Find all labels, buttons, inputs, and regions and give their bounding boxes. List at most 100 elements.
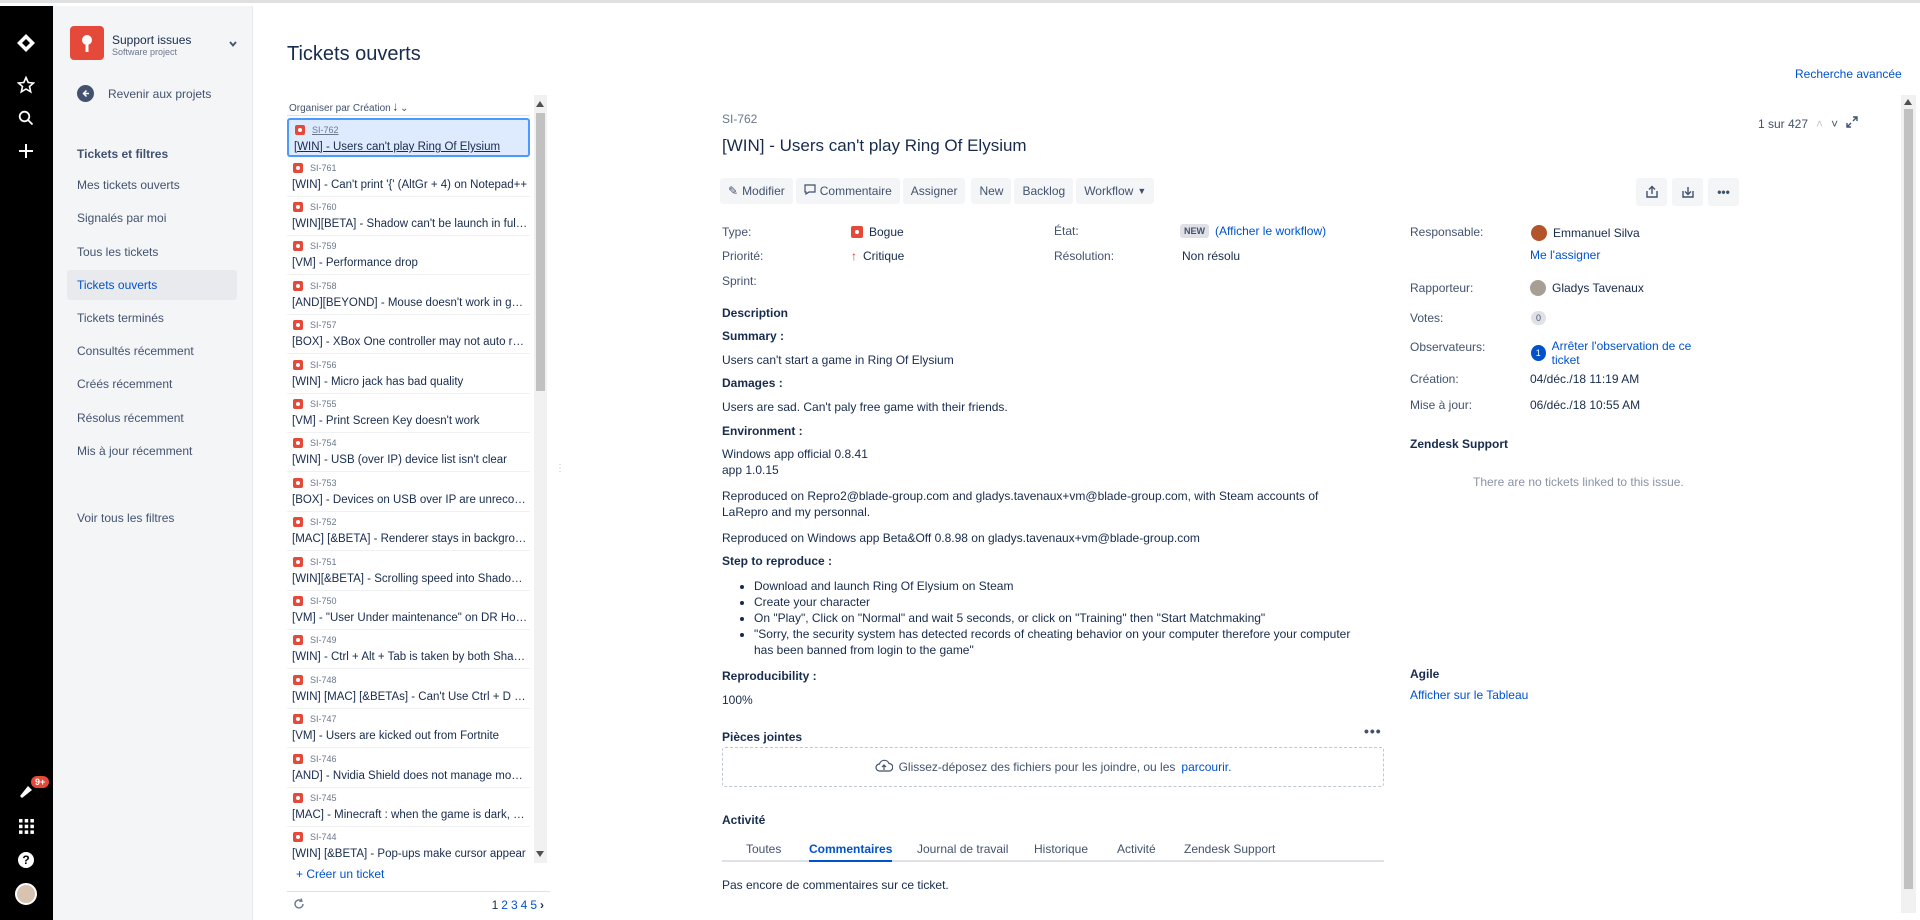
sidebar-item-my-open[interactable]: Mes tickets ouverts (67, 170, 237, 200)
view-on-board-link[interactable]: Afficher sur le Tableau (1410, 688, 1528, 702)
project-name: Support issues (112, 33, 192, 47)
scroll-thumb[interactable] (536, 113, 545, 391)
repro-paragraph: Reproduced on Repro2@blade-group.com and… (722, 489, 1319, 519)
sidebar-item-open[interactable]: Tickets ouverts (67, 270, 237, 300)
refresh-icon[interactable] (293, 898, 305, 913)
scroll-up-arrow[interactable] (1904, 99, 1912, 105)
stop-watching-link[interactable]: Arrêter l'observation de ce ticket (1552, 339, 1708, 367)
previous-icon[interactable]: ˄ (1816, 117, 1823, 131)
people-dates-panel: Responsable: Emmanuel Silva Me l'assigne… (1408, 98, 1708, 702)
issue-list-item[interactable]: SI-753 [BOX] - Devices on USB over IP are… (287, 473, 530, 512)
advanced-search-link[interactable]: Recherche avancée (1795, 67, 1902, 81)
issue-list-item[interactable]: SI-754 [WIN] - USB (over IP) device list … (287, 433, 530, 472)
issue-list-item[interactable]: SI-756 [WIN] - Micro jack has bad quality (287, 355, 530, 394)
tab-zendesk[interactable]: Zendesk Support (1184, 842, 1275, 862)
reporter-value[interactable]: Gladys Tavenaux (1530, 280, 1644, 296)
assignee-value[interactable]: Emmanuel Silva (1531, 225, 1640, 241)
sidebar-all-filters[interactable]: Voir tous les filtres (67, 503, 237, 533)
sidebar-item-all[interactable]: Tous les tickets (67, 237, 237, 267)
page-link[interactable]: 1 (492, 898, 499, 912)
issue-list-item[interactable]: SI-760 [WIN][BETA] - Shadow can't be laun… (287, 197, 530, 236)
list-scrollbar[interactable] (534, 95, 547, 863)
backlog-button[interactable]: Backlog (1014, 178, 1074, 204)
more-icon[interactable]: ••• (1708, 178, 1739, 206)
issue-list-item[interactable]: SI-752 [MAC] [&BETA] - Renderer stays in … (287, 512, 530, 551)
issue-list-item[interactable]: SI-761 [WIN] - Can't print '{' (AltGr + 4… (287, 158, 530, 197)
issue-list-item[interactable]: SI-750 [VM] - "User Under maintenance" on… (287, 591, 530, 630)
comment-label: Commentaire (819, 184, 892, 198)
issue-list-item[interactable]: SI-745 [MAC] - Minecraft : when the game … (287, 788, 530, 827)
view-workflow-link[interactable]: (Afficher le workflow) (1215, 224, 1326, 238)
new-status-button[interactable]: New (971, 178, 1012, 204)
scroll-thumb[interactable] (1904, 109, 1913, 889)
workflow-button[interactable]: Workflow ▼ (1076, 178, 1155, 204)
assign-button[interactable]: Assigner (902, 178, 966, 204)
issue-key: SI-754 (310, 438, 337, 448)
sidebar-section-title: Tickets et filtres (77, 147, 169, 161)
tab-history[interactable]: Historique (1034, 842, 1088, 862)
issue-summary: [AND][BEYOND] - Mouse doesn't work in ga… (292, 297, 528, 309)
tab-all[interactable]: Toutes (746, 842, 781, 862)
arrow-down-icon[interactable]: 🠓 (394, 103, 398, 114)
back-to-projects[interactable]: Revenir aux projets (77, 85, 211, 102)
attachments-more-icon[interactable]: ••• (1364, 723, 1382, 739)
sidebar-item-viewed[interactable]: Consultés récemment (67, 336, 237, 366)
tab-activity[interactable]: Activité (1117, 842, 1156, 862)
sidebar-item-reported[interactable]: Signalés par moi (67, 203, 237, 233)
tab-comments[interactable]: Commentaires (809, 842, 893, 862)
sidebar-item-done[interactable]: Tickets terminés (67, 303, 237, 333)
page-link[interactable]: 5 (530, 898, 537, 912)
tab-worklog[interactable]: Journal de travail (917, 842, 1008, 862)
issue-key[interactable]: SI-762 (722, 112, 757, 126)
issue-list-item[interactable]: SI-757 [BOX] - XBox One controller may no… (287, 315, 530, 354)
issue-list-item[interactable]: SI-759 [VM] - Performance drop (287, 236, 530, 275)
page-link[interactable]: 3 (511, 898, 518, 912)
issue-list-item[interactable]: SI-749 [WIN] - Ctrl + Alt + Tab is taken … (287, 630, 530, 669)
comment-button[interactable]: Commentaire (795, 178, 900, 204)
star-icon[interactable] (13, 72, 39, 98)
issue-list-item[interactable]: SI-755 [VM] - Print Screen Key doesn't wo… (287, 394, 530, 433)
issue-key: SI-747 (310, 714, 337, 724)
issue-list-item[interactable]: SI-744 [WIN] [&BETA] - Pop-ups make curso… (287, 827, 530, 863)
page-link[interactable]: 2 (501, 898, 508, 912)
create-issue-link[interactable]: + Créer un ticket (296, 867, 384, 881)
sidebar-item-created[interactable]: Créés récemment (67, 369, 237, 399)
issue-list-item[interactable]: SI-748 [WIN] [MAC] [&BETAs] - Can't Use C… (287, 670, 530, 709)
attachment-dropzone[interactable]: Glissez-déposez des fichiers pour les jo… (722, 747, 1384, 787)
chevron-right-icon[interactable]: › (540, 898, 544, 912)
issue-list-item[interactable]: SI-751 [WIN][&BETA] - Scrolling speed int… (287, 552, 530, 591)
sidebar-item-resolved[interactable]: Résolus récemment (67, 403, 237, 433)
plus-icon[interactable] (13, 138, 39, 164)
type-label: Type: (722, 225, 752, 239)
search-icon[interactable] (13, 105, 39, 131)
assign-to-me-link[interactable]: Me l'assigner (1530, 248, 1600, 262)
issue-title[interactable]: [WIN] - Users can't play Ring Of Elysium (722, 136, 1027, 156)
scroll-up-arrow[interactable] (536, 101, 544, 107)
issue-list-item[interactable]: SI-762 [WIN] - Users can't play Ring Of E… (287, 118, 530, 157)
jira-logo-icon[interactable] (13, 30, 39, 56)
order-field[interactable]: Création (353, 103, 391, 114)
expand-icon[interactable] (1846, 116, 1858, 131)
issue-list-item[interactable]: SI-746 [AND] - Nvidia Shield does not man… (287, 749, 530, 788)
profile-avatar[interactable] (15, 883, 37, 905)
page-title: Tickets ouverts (287, 43, 421, 65)
issue-summary: [WIN] - Micro jack has bad quality (292, 376, 464, 388)
project-switcher[interactable]: Support issues Software project (70, 26, 240, 62)
issue-list-item[interactable]: SI-758 [AND][BEYOND] - Mouse doesn't work… (287, 276, 530, 315)
chevron-down-icon[interactable]: ⌄ (400, 103, 408, 114)
help-icon[interactable]: ? (13, 847, 39, 873)
issue-list-item[interactable]: SI-747 [VM] - Users are kicked out from F… (287, 709, 530, 748)
chevron-down-icon: ▼ (1137, 186, 1147, 196)
next-icon[interactable]: ˅ (1831, 117, 1838, 131)
bug-icon (293, 714, 303, 724)
page-link[interactable]: 4 (521, 898, 528, 912)
page-scrollbar[interactable] (1901, 95, 1916, 913)
panel-resizer-icon[interactable]: ⋮ (555, 463, 565, 474)
watchers-count[interactable]: 1 (1531, 345, 1546, 361)
votes-value[interactable]: 0 (1531, 311, 1547, 325)
edit-button[interactable]: ✎ Modifier (720, 178, 793, 204)
scroll-down-arrow[interactable] (536, 851, 544, 857)
sidebar-item-updated[interactable]: Mis à jour récemment (67, 436, 237, 466)
app-switcher-icon[interactable] (13, 813, 39, 839)
browse-link[interactable]: parcourir. (1181, 760, 1231, 774)
